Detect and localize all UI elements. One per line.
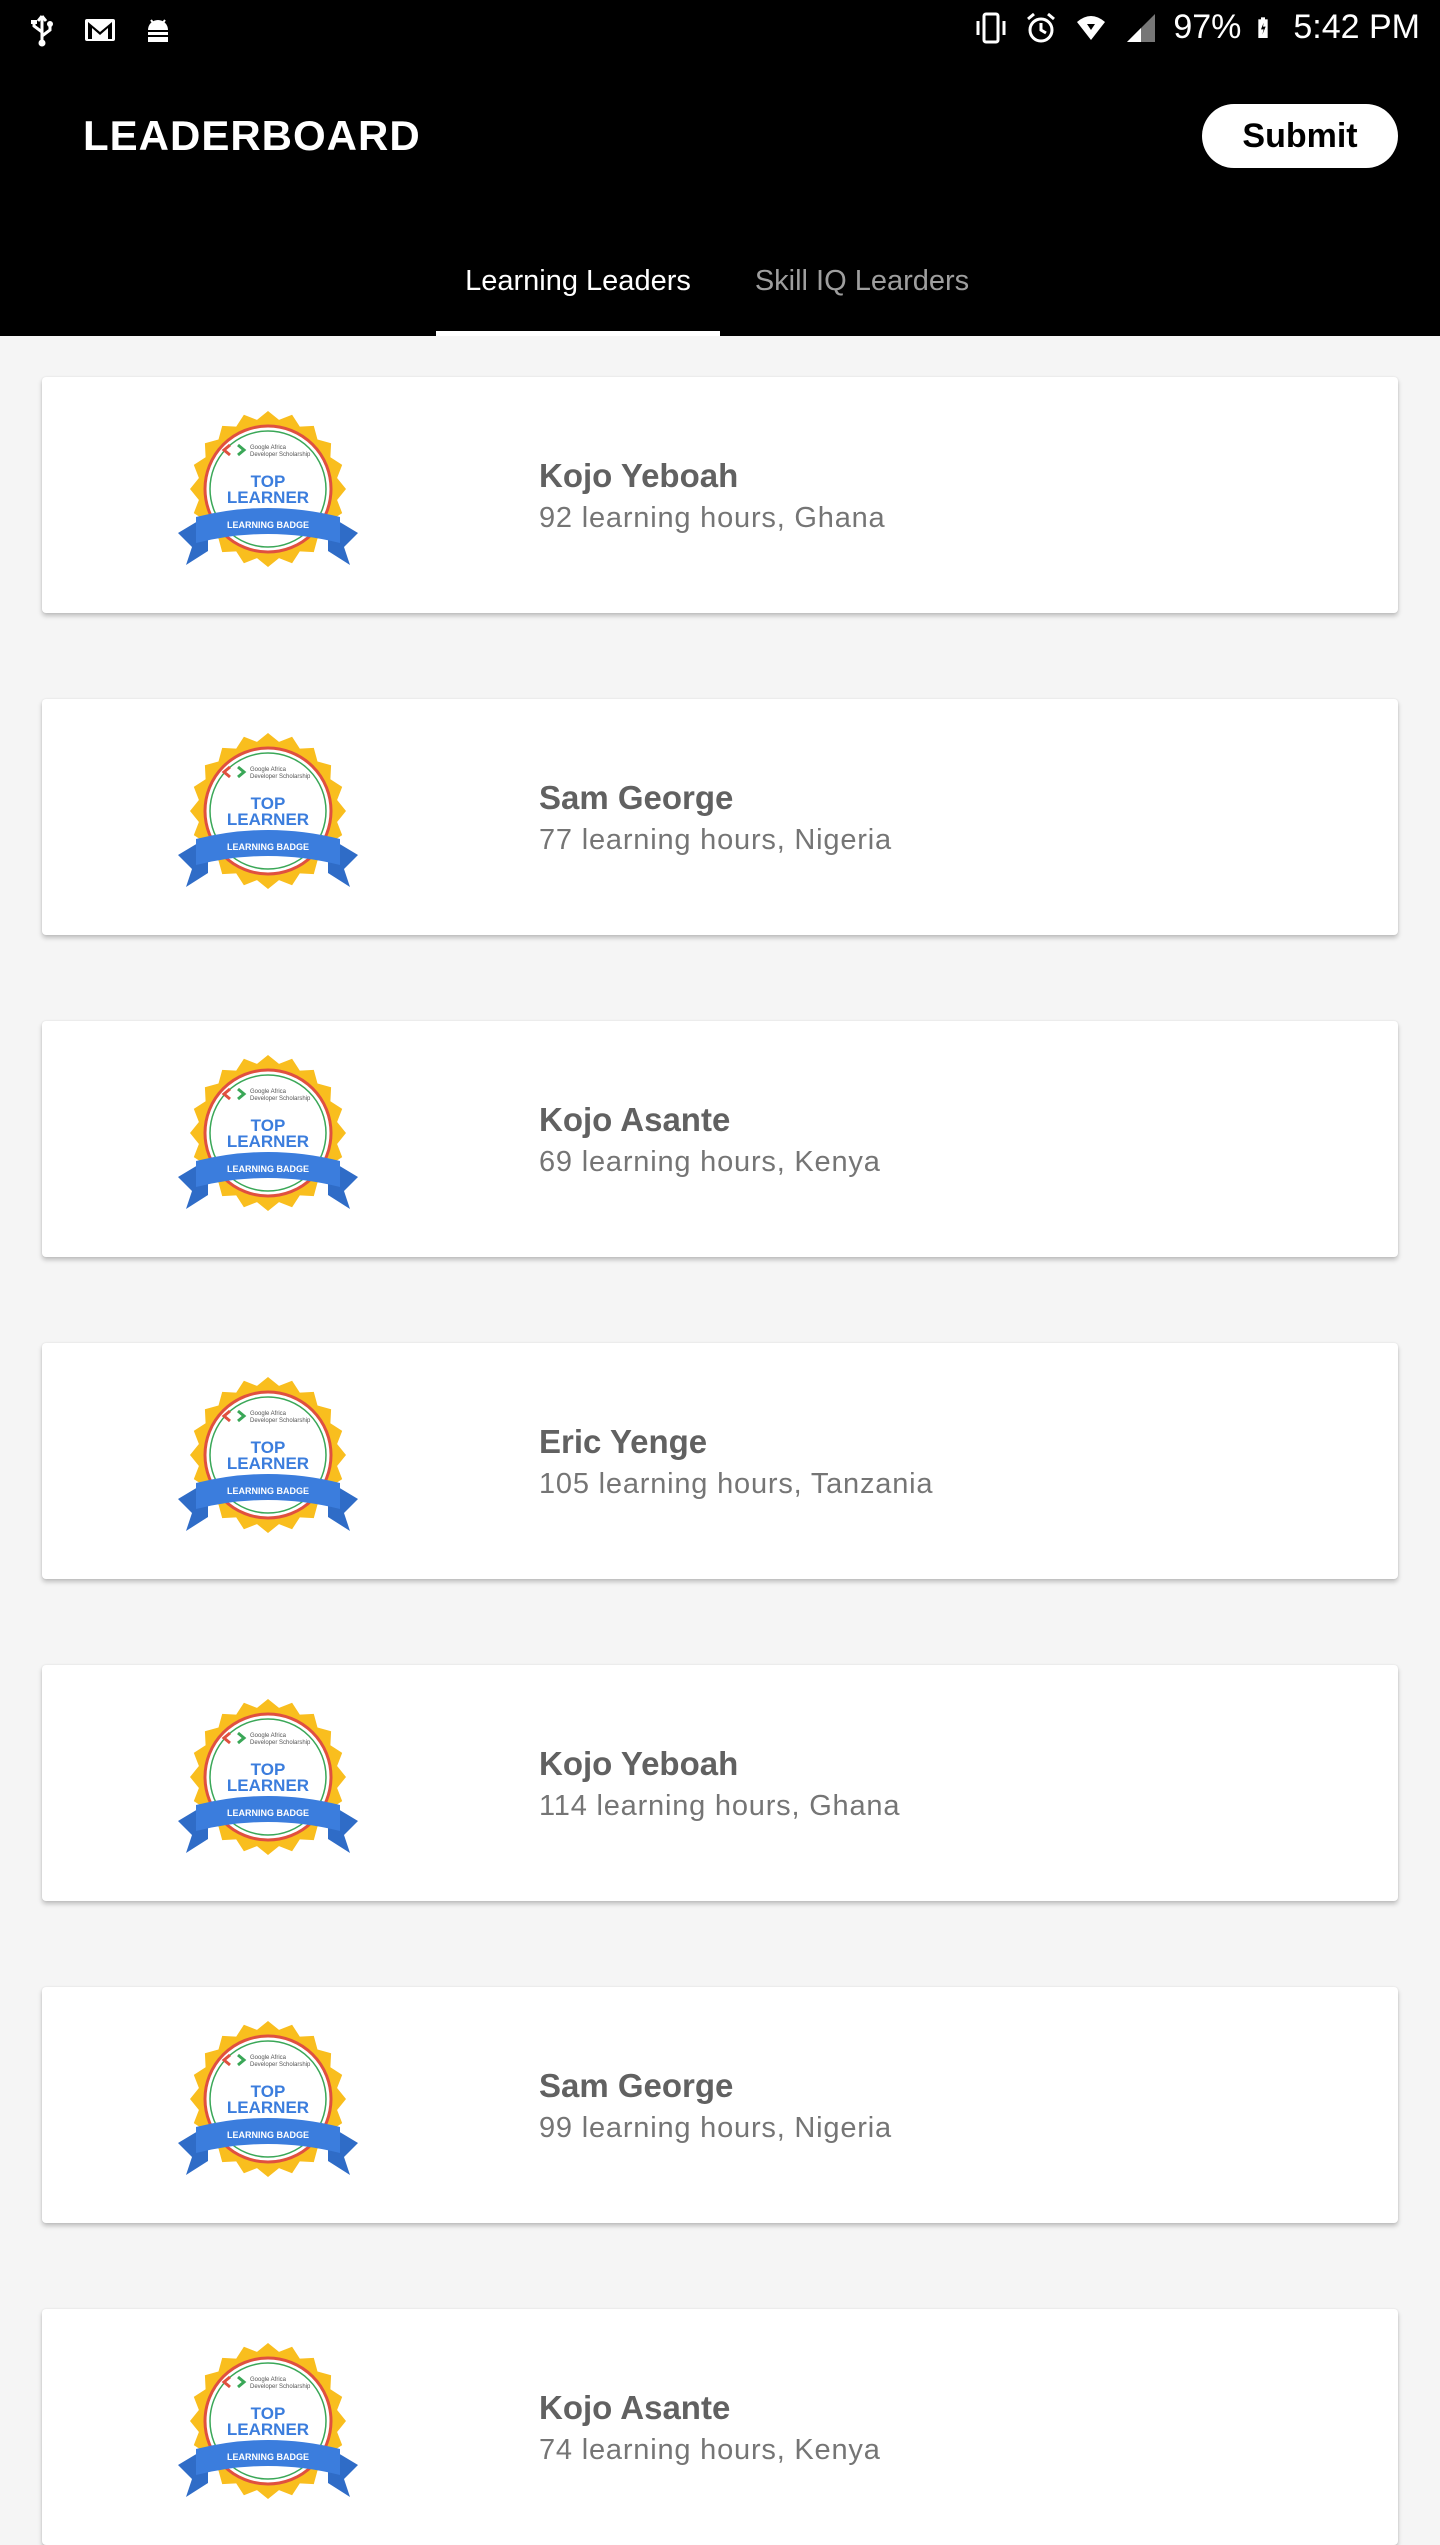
tab-indicator bbox=[436, 331, 720, 336]
badge-graphic: Google AfricaDeveloper ScholarshipTOPLEA… bbox=[178, 2021, 358, 2177]
badge-caption: Developer Scholarship bbox=[250, 2384, 311, 2390]
badge-learner-text: LEARNER bbox=[227, 2420, 309, 2439]
badge-caption: Developer Scholarship bbox=[250, 452, 311, 458]
top-learner-badge: Google Africa Developer Scholarship TOP LEA… bbox=[178, 2021, 358, 2191]
badge-graphic: Google AfricaDeveloper ScholarshipTOPLEA… bbox=[178, 733, 358, 889]
leader-card[interactable]: Google Africa Developer Scholarship TOP LEA… bbox=[42, 699, 1398, 935]
top-learner-badge: Google Africa Developer Scholarship TOP LEA… bbox=[178, 1377, 358, 1547]
badge-ribbon-text: LEARNING BADGE bbox=[227, 1808, 309, 1818]
badge-ribbon-text: LEARNING BADGE bbox=[227, 520, 309, 530]
badge-learner-text: LEARNER bbox=[227, 1132, 309, 1151]
leader-detail: 74 learning hours, Kenya bbox=[539, 2434, 881, 2466]
gmail-icon bbox=[85, 19, 115, 41]
badge-caption: Developer Scholarship bbox=[250, 2062, 311, 2068]
badge-caption: Google Africa bbox=[250, 1089, 287, 1095]
leader-detail: 77 learning hours, Nigeria bbox=[539, 824, 892, 856]
badge-graphic: Google AfricaDeveloper ScholarshipTOPLEA… bbox=[178, 411, 358, 567]
badge-caption: Google Africa bbox=[250, 2055, 287, 2061]
badge-learner-text: LEARNER bbox=[227, 810, 309, 829]
top-learner-badge: Google Africa Developer Scholarship TOP LEA… bbox=[178, 2343, 358, 2513]
leader-name: Kojo Asante bbox=[539, 1101, 731, 1138]
vibrate-icon bbox=[976, 12, 1006, 43]
leader-name: Sam George bbox=[539, 2067, 734, 2104]
leader-name: Eric Yenge bbox=[539, 1423, 708, 1460]
leader-card[interactable]: Google Africa Developer Scholarship TOP LEA… bbox=[42, 1665, 1398, 1901]
leader-detail: 69 learning hours, Kenya bbox=[539, 1146, 881, 1178]
leader-name: Kojo Asante bbox=[539, 2389, 731, 2426]
leader-name: Kojo Yeboah bbox=[539, 1745, 739, 1782]
leader-name: Kojo Yeboah bbox=[539, 457, 739, 494]
badge-caption: Google Africa bbox=[250, 1733, 287, 1739]
usb-icon bbox=[31, 15, 53, 47]
badge-caption: Google Africa bbox=[250, 767, 287, 773]
leader-card[interactable]: Google Africa Developer Scholarship TOP LEA… bbox=[42, 2309, 1398, 2545]
badge-graphic: Google AfricaDeveloper ScholarshipTOPLEA… bbox=[178, 1699, 358, 1855]
badge-graphic: Google AfricaDeveloper ScholarshipTOPLEA… bbox=[178, 2343, 358, 2499]
leader-card[interactable]: Google Africa Developer Scholarship TOP LEA… bbox=[42, 1343, 1398, 1579]
badge-ribbon-text: LEARNING BADGE bbox=[227, 1486, 309, 1496]
badge-caption: Developer Scholarship bbox=[250, 1740, 311, 1746]
badge-learner-text: LEARNER bbox=[227, 2098, 309, 2117]
status-left-icons bbox=[24, 12, 176, 48]
tab-skill-iq-leaders[interactable]: Skill IQ Learders bbox=[720, 226, 1004, 336]
leader-card[interactable]: Google Africa Developer Scholarship TOP LEA… bbox=[42, 1021, 1398, 1257]
top-learner-badge: Google Africa Developer Scholarship TOP LEA… bbox=[178, 1055, 358, 1225]
badge-learner-text: LEARNER bbox=[227, 1776, 309, 1795]
page-title: LEADERBOARD bbox=[83, 112, 421, 159]
badge-caption: Google Africa bbox=[250, 1411, 287, 1417]
leader-card[interactable]: Google Africa Developer Scholarship TOP LEA… bbox=[42, 377, 1398, 613]
top-learner-badge: Google Africa Developer Scholarship TOP LEA… bbox=[178, 1699, 358, 1869]
badge-ribbon-text: LEARNING BADGE bbox=[227, 2130, 309, 2140]
badge-ribbon-text: LEARNING BADGE bbox=[227, 1164, 309, 1174]
badge-caption: Developer Scholarship bbox=[250, 1418, 311, 1424]
tab-learning-leaders[interactable]: Learning Leaders bbox=[436, 226, 720, 336]
badge-caption: Google Africa bbox=[250, 445, 287, 451]
battery-icon bbox=[1258, 16, 1269, 38]
badge-learner-text: LEARNER bbox=[227, 1454, 309, 1473]
submit-button[interactable]: Submit bbox=[1202, 104, 1398, 168]
badge-caption: Developer Scholarship bbox=[250, 774, 311, 780]
leader-detail: 105 learning hours, Tanzania bbox=[539, 1468, 934, 1500]
status-bar: 97% 5:42 PM bbox=[0, 0, 1440, 62]
badge-ribbon-text: LEARNING BADGE bbox=[227, 842, 309, 852]
badge-caption: Developer Scholarship bbox=[250, 1096, 311, 1102]
badge-graphic: Google AfricaDeveloper ScholarshipTOPLEA… bbox=[178, 1377, 358, 1533]
badge-caption: Google Africa bbox=[250, 2377, 287, 2383]
app-bar: LEADERBOARD Submit Learning Leaders Skil… bbox=[0, 62, 1440, 336]
leader-card[interactable]: Google Africa Developer Scholarship TOP LEA… bbox=[42, 1987, 1398, 2223]
leader-name: Sam George bbox=[539, 779, 734, 816]
top-learner-badge: Google Africa Developer Scholarship TOP LEA… bbox=[178, 411, 358, 581]
tab-bar: Learning Leaders Skill IQ Learders bbox=[0, 226, 1440, 336]
badge-graphic: Google AfricaDeveloper ScholarshipTOPLEA… bbox=[178, 1055, 358, 1211]
leader-detail: 99 learning hours, Nigeria bbox=[539, 2112, 892, 2144]
leader-detail: 92 learning hours, Ghana bbox=[539, 502, 886, 534]
battery-percent: 97% bbox=[1173, 8, 1242, 46]
wifi-icon bbox=[1077, 15, 1106, 40]
status-right-icons: 97% 5:42 PM bbox=[973, 8, 1420, 47]
leader-detail: 114 learning hours, Ghana bbox=[539, 1790, 901, 1822]
clock: 5:42 PM bbox=[1293, 8, 1420, 46]
android-debug-icon bbox=[148, 19, 168, 42]
badge-learner-text: LEARNER bbox=[227, 488, 309, 507]
top-learner-badge: Google Africa Developer Scholarship TOP LEA… bbox=[178, 733, 358, 903]
badge-ribbon-text: LEARNING BADGE bbox=[227, 2452, 309, 2462]
alarm-icon bbox=[1027, 12, 1056, 42]
signal-icon bbox=[1127, 13, 1156, 42]
